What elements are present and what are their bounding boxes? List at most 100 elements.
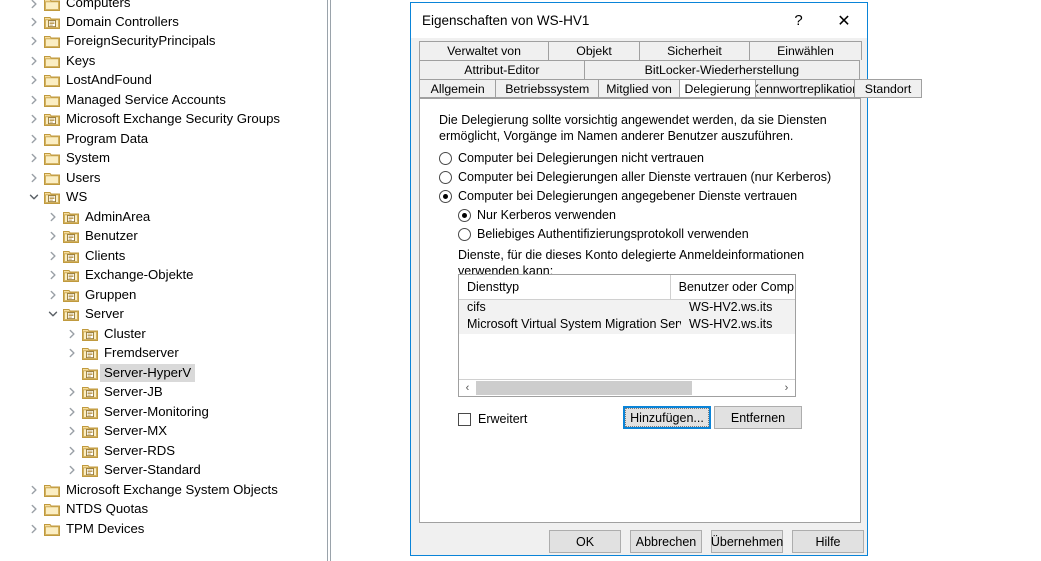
chevron-right-icon[interactable] xyxy=(45,287,61,303)
table-row[interactable]: Microsoft Virtual System Migration Servi… xyxy=(459,317,795,334)
remove-button[interactable]: Entfernen xyxy=(714,406,802,429)
tree-item-adminarea[interactable]: AdminArea xyxy=(0,207,327,227)
tab-standort[interactable]: Standort xyxy=(853,79,923,98)
tree-item-ws[interactable]: WS xyxy=(0,188,327,208)
tree-item-server-jb[interactable]: Server-JB xyxy=(0,383,327,403)
tree-item-keys[interactable]: Keys xyxy=(0,51,327,71)
chevron-right-icon[interactable] xyxy=(26,170,42,186)
chevron-right-icon[interactable] xyxy=(64,404,80,420)
tab-sicherheit[interactable]: Sicherheit xyxy=(638,41,750,60)
tab-delegierung[interactable]: Delegierung xyxy=(678,79,757,98)
radio-suboption-1[interactable]: Beliebiges Authentifizierungsprotokoll v… xyxy=(458,227,749,242)
chevron-right-icon[interactable] xyxy=(64,443,80,459)
tab-strip[interactable]: Verwaltet von Objekt Sicherheit Einwählen At… xyxy=(419,41,923,98)
chevron-right-icon[interactable] xyxy=(26,0,42,12)
help-button[interactable]: ? xyxy=(776,4,821,38)
tree-item-ntds-quotas[interactable]: NTDS Quotas xyxy=(0,500,327,520)
tree-item-users[interactable]: Users xyxy=(0,168,327,188)
tree-item-fremdserver[interactable]: Fremdserver xyxy=(0,344,327,364)
tree-item-server-monitoring[interactable]: Server-Monitoring xyxy=(0,402,327,422)
chevron-right-icon[interactable] xyxy=(45,267,61,283)
tab-einw-hlen[interactable]: Einwählen xyxy=(748,41,862,60)
tab-kennwortreplikation[interactable]: Kennwortreplikation xyxy=(755,79,855,98)
scrollbar-track[interactable] xyxy=(476,380,778,396)
tree-item-server-hyperv[interactable]: Server-HyperV xyxy=(0,363,327,383)
dialog-titlebar[interactable]: Eigenschaften von WS-HV1 ? ✕ xyxy=(411,3,867,38)
tab-mitglied-von[interactable]: Mitglied von xyxy=(598,79,680,98)
listview-horizontal-scrollbar[interactable]: ‹ › xyxy=(459,379,795,396)
tree-item-clients[interactable]: Clients xyxy=(0,246,327,266)
tab-verwaltet-von[interactable]: Verwaltet von xyxy=(419,41,550,60)
chevron-right-icon[interactable] xyxy=(64,345,80,361)
chevron-right-icon[interactable] xyxy=(26,521,42,537)
tree-item-foreignsecurityprincipals[interactable]: ForeignSecurityPrincipals xyxy=(0,32,327,52)
chevron-right-icon[interactable] xyxy=(26,131,42,147)
chevron-right-icon[interactable] xyxy=(64,423,80,439)
tree-item-server[interactable]: Server xyxy=(0,305,327,325)
scroll-left-icon[interactable]: ‹ xyxy=(459,380,476,396)
chevron-right-icon[interactable] xyxy=(26,92,42,108)
tree-item-server-rds[interactable]: Server-RDS xyxy=(0,441,327,461)
chevron-down-icon[interactable] xyxy=(26,189,42,205)
chevron-right-icon[interactable] xyxy=(26,482,42,498)
tree-item-exchange-objekte[interactable]: Exchange-Objekte xyxy=(0,266,327,286)
services-listview[interactable]: Diensttyp Benutzer oder Comp.. cifs WS-HV… xyxy=(458,274,796,397)
tree-item-label: NTDS Quotas xyxy=(66,501,149,517)
tab-objekt[interactable]: Objekt xyxy=(548,41,640,60)
chevron-right-icon[interactable] xyxy=(26,14,42,30)
chevron-right-icon[interactable] xyxy=(64,326,80,342)
chevron-right-icon[interactable] xyxy=(26,111,42,127)
apply-button[interactable]: Übernehmen xyxy=(711,530,783,553)
tree-item-program-data[interactable]: Program Data xyxy=(0,129,327,149)
tree-item-microsoft-exchange-security-groups[interactable]: Microsoft Exchange Security Groups xyxy=(0,110,327,130)
chevron-right-icon[interactable] xyxy=(64,384,80,400)
tree-item-server-mx[interactable]: Server-MX xyxy=(0,422,327,442)
tree-item-benutzer[interactable]: Benutzer xyxy=(0,227,327,247)
tree-item-computers[interactable]: Computers xyxy=(0,0,327,12)
radio-suboption-0[interactable]: Nur Kerberos verwenden xyxy=(458,208,616,223)
radio-option-2[interactable]: Computer bei Delegierungen angegebener D… xyxy=(439,189,797,204)
tree-item-managed-service-accounts[interactable]: Managed Service Accounts xyxy=(0,90,327,110)
tree-item-server-standard[interactable]: Server-Standard xyxy=(0,461,327,481)
add-button[interactable]: Hinzufügen... xyxy=(623,406,711,429)
chevron-right-icon[interactable] xyxy=(45,248,61,264)
close-icon[interactable]: ✕ xyxy=(821,4,867,38)
ok-button[interactable]: OK xyxy=(549,530,621,553)
chevron-down-icon[interactable] xyxy=(45,306,61,322)
radio-option-0[interactable]: Computer bei Delegierungen nicht vertrau… xyxy=(439,151,704,166)
listview-body[interactable]: cifs WS-HV2.ws.its Microsoft Virtual Syste… xyxy=(459,300,795,380)
chevron-right-icon[interactable] xyxy=(64,462,80,478)
tree-list[interactable]: Computers Domain Controllers ForeignSecuri… xyxy=(0,0,327,539)
tab-bitlocker-wiederherstellung[interactable]: BitLocker-Wiederherstellung xyxy=(583,60,860,79)
tab-betriebssystem[interactable]: Betriebssystem xyxy=(495,79,600,98)
scroll-right-icon[interactable]: › xyxy=(778,380,795,396)
tree-item-cluster[interactable]: Cluster xyxy=(0,324,327,344)
chevron-right-icon[interactable] xyxy=(26,53,42,69)
help-button-footer[interactable]: Hilfe xyxy=(792,530,864,553)
tree-item-lostandfound[interactable]: LostAndFound xyxy=(0,71,327,91)
chevron-right-icon[interactable] xyxy=(26,33,42,49)
ad-tree-panel[interactable]: Computers Domain Controllers ForeignSecuri… xyxy=(0,0,327,561)
chevron-right-icon[interactable] xyxy=(45,228,61,244)
table-row[interactable]: cifs WS-HV2.ws.its xyxy=(459,300,795,317)
column-header-diensttyp[interactable]: Diensttyp xyxy=(459,275,671,299)
listview-header[interactable]: Diensttyp Benutzer oder Comp.. xyxy=(459,275,795,300)
cancel-button[interactable]: Abbrechen xyxy=(630,530,702,553)
tab-page-delegierung: Die Delegierung sollte vorsichtig angewe… xyxy=(419,98,861,523)
tree-item-microsoft-exchange-system-objects[interactable]: Microsoft Exchange System Objects xyxy=(0,480,327,500)
chevron-right-icon[interactable] xyxy=(26,150,42,166)
panel-divider-right[interactable] xyxy=(330,0,331,561)
scrollbar-thumb[interactable] xyxy=(476,381,692,395)
tab-allgemein[interactable]: Allgemein xyxy=(419,79,497,98)
advanced-checkbox[interactable]: Erweitert xyxy=(458,412,527,426)
tree-item-tpm-devices[interactable]: TPM Devices xyxy=(0,519,327,539)
tree-item-system[interactable]: System xyxy=(0,149,327,169)
chevron-right-icon[interactable] xyxy=(45,209,61,225)
tree-item-gruppen[interactable]: Gruppen xyxy=(0,285,327,305)
column-header-benutzer[interactable]: Benutzer oder Comp.. xyxy=(671,275,795,299)
radio-option-1[interactable]: Computer bei Delegierungen aller Dienste… xyxy=(439,170,831,185)
tree-item-domain-controllers[interactable]: Domain Controllers xyxy=(0,12,327,32)
chevron-right-icon[interactable] xyxy=(26,501,42,517)
chevron-right-icon[interactable] xyxy=(26,72,42,88)
tab-attribut-editor[interactable]: Attribut-Editor xyxy=(419,60,585,79)
